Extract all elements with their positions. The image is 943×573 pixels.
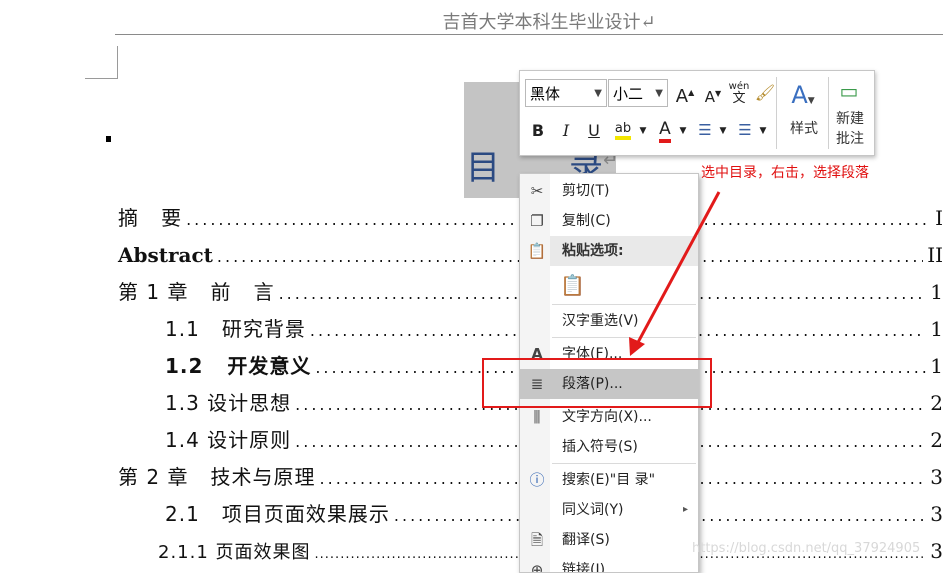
- watermark: https://blog.csdn.net/qq_37924905: [692, 541, 921, 556]
- annotation-arrow: [629, 191, 721, 356]
